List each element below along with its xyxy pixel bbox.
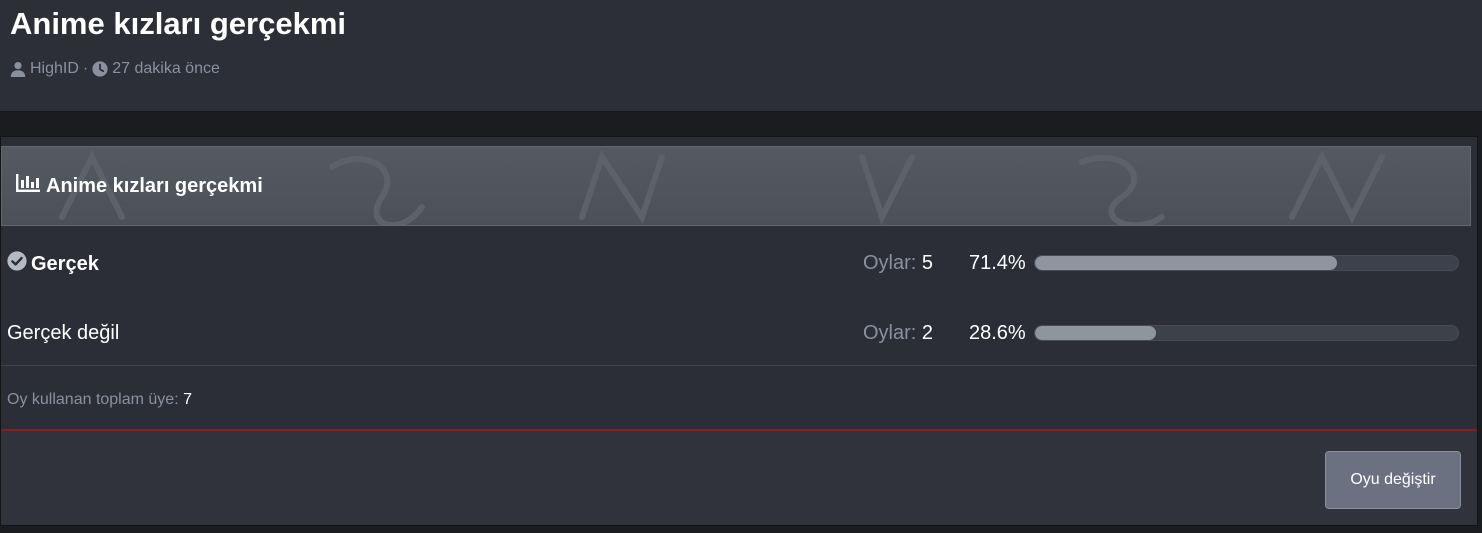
total-voters-label: Oy kullanan toplam üye:	[7, 391, 179, 408]
poll-response-label: Gerçek	[7, 251, 99, 277]
vote-progress-fill	[1035, 256, 1338, 270]
votes-value: 2	[921, 322, 934, 344]
votes-label: Oylar:	[863, 322, 917, 344]
bar-chart-icon	[16, 173, 40, 199]
vote-count[interactable]: Oylar: 2	[863, 321, 933, 345]
poll-title-text: Anime kızları gerçekmi	[46, 175, 263, 197]
user-icon	[10, 61, 26, 77]
poll-response-label: Gerçek değil	[7, 321, 119, 345]
thread-header: Anime kızları gerçekmi HighID · 27 dakik…	[0, 0, 1482, 112]
vote-progress-fill	[1035, 326, 1156, 340]
check-circle-icon	[7, 251, 27, 277]
thread-author-link[interactable]: HighID	[30, 58, 79, 80]
poll-response-row: Gerçek değil Oylar: 2 28.6%	[1, 313, 1477, 353]
vote-percent: 28.6%	[969, 322, 1026, 344]
total-voters: Oy kullanan toplam üye: 7	[7, 390, 192, 410]
change-vote-button[interactable]: Oyu değiştir	[1325, 451, 1461, 509]
response-text: Gerçek	[31, 253, 99, 275]
total-voters-value: 7	[183, 391, 193, 408]
response-text: Gerçek değil	[7, 322, 120, 344]
thread-title: Anime kızları gerçekmi	[10, 6, 346, 41]
thread-meta: HighID · 27 dakika önce	[10, 58, 220, 80]
poll-title: Anime kızları gerçekmi	[16, 173, 263, 199]
vote-progress-bar	[1034, 325, 1459, 341]
votes-label: Oylar:	[863, 252, 917, 274]
vote-percent: 71.4%	[969, 252, 1026, 274]
poll-response-row: Gerçek Oylar: 5 71.4%	[1, 243, 1477, 283]
poll-header: Anime kızları gerçekmi	[1, 146, 1471, 226]
poll-footer: Oyu değiştir	[1, 429, 1477, 525]
vote-progress-bar	[1034, 255, 1459, 271]
poll-block: Anime kızları gerçekmi Gerçek Oylar: 5 7…	[0, 136, 1478, 526]
meta-separator: ·	[82, 60, 89, 77]
votes-value: 5	[921, 252, 934, 274]
vote-count[interactable]: Oylar: 5	[863, 251, 933, 275]
thread-time-link[interactable]: 27 dakika önce	[112, 58, 220, 80]
poll-divider	[1, 365, 1477, 366]
clock-icon	[92, 61, 108, 77]
